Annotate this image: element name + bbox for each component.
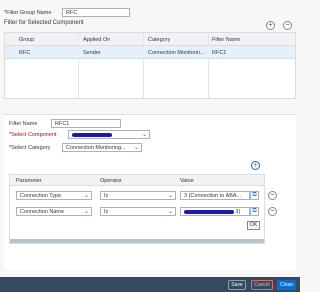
save-button[interactable]: Save xyxy=(228,280,246,290)
ok-label: OK xyxy=(249,222,258,228)
divider xyxy=(143,33,144,98)
chevron-down-icon: ⌄ xyxy=(141,132,147,138)
filter-group-label: *Filter Group Name xyxy=(4,10,52,16)
value-input[interactable]: 3) xyxy=(180,207,250,216)
redacted-value xyxy=(72,132,112,137)
cancel-button[interactable]: Cancel xyxy=(251,280,273,290)
column-filter-name: Filter Name xyxy=(212,37,241,43)
row-category: Connection Monitorin... xyxy=(148,50,205,56)
filter-name-input[interactable]: RFC1 xyxy=(51,119,121,128)
value-help-icon[interactable]: ⧉ xyxy=(250,207,259,216)
parameter-select[interactable]: Connection Type ⌄ xyxy=(16,191,92,200)
footer-bar: Save Cancel Close xyxy=(0,277,300,292)
cancel-label: Cancel xyxy=(254,282,270,288)
plus-circle-icon: + xyxy=(253,162,258,169)
column-applied-on: Applied On xyxy=(83,37,111,43)
value-text: 3) xyxy=(235,209,241,215)
column-group: Group xyxy=(19,37,35,43)
select-component-dropdown[interactable]: ⌄ xyxy=(68,130,150,139)
value-input[interactable]: 3 (Connection to ABA... xyxy=(180,191,250,200)
minus-circle-icon: − xyxy=(270,192,275,199)
operator-select[interactable]: Is ⌄ xyxy=(100,191,176,200)
chevron-down-icon: ⌄ xyxy=(133,145,139,151)
row-applied-on: Sender xyxy=(83,50,101,56)
row-group: RFC xyxy=(19,50,31,56)
row-filter-name: RFC1 xyxy=(212,50,227,56)
ok-button[interactable]: OK xyxy=(247,221,260,230)
add-parameter-button[interactable]: + xyxy=(251,161,260,170)
section-title: Filter for Selected Component xyxy=(4,20,84,26)
select-component-label: *Select Component xyxy=(9,132,57,138)
value-help-icon[interactable]: ⧉ xyxy=(250,191,259,200)
add-filter-button[interactable]: + xyxy=(266,21,275,30)
operator-value: Is xyxy=(104,209,109,215)
chevron-down-icon: ⌄ xyxy=(83,193,89,199)
parameter-table: Parameter Operator Value Connection Type… xyxy=(9,174,265,244)
column-operator: Operator xyxy=(100,178,122,184)
parameter-select[interactable]: Connection Name ⌄ xyxy=(16,207,92,216)
close-label: Close xyxy=(280,282,293,288)
filter-group-value: RFC xyxy=(66,10,78,16)
remove-row-button[interactable]: − xyxy=(268,191,277,200)
redacted-value xyxy=(184,209,234,214)
filter-group-input[interactable]: RFC xyxy=(62,8,130,17)
horizontal-scrollbar[interactable] xyxy=(10,239,264,243)
column-category: Category xyxy=(148,37,171,43)
filter-table: Group Applied On Category Filter Name RF… xyxy=(4,32,296,99)
filter-name-value: RFC1 xyxy=(55,121,70,127)
parameter-value: Connection Name xyxy=(20,209,65,215)
remove-filter-button[interactable]: − xyxy=(283,21,292,30)
minus-circle-icon: − xyxy=(285,22,290,29)
remove-row-button[interactable]: − xyxy=(268,207,277,216)
operator-select[interactable]: Is ⌄ xyxy=(100,207,176,216)
chevron-down-icon: ⌄ xyxy=(167,209,173,215)
column-value: Value xyxy=(180,178,194,184)
value-text: 3 (Connection to ABA... xyxy=(184,193,242,199)
select-category-dropdown[interactable]: Connection Monitoring... ⌄ xyxy=(62,143,142,152)
chevron-down-icon: ⌄ xyxy=(83,209,89,215)
table-row[interactable]: RFC Sender Connection Monitorin... RFC1 xyxy=(5,46,295,59)
select-category-label: *Select Category xyxy=(9,145,51,151)
minus-circle-icon: − xyxy=(270,208,275,215)
chevron-down-icon: ⌄ xyxy=(167,193,173,199)
filter-name-label: Filter Name xyxy=(9,121,38,127)
plus-circle-icon: + xyxy=(268,22,273,29)
operator-value: Is xyxy=(104,193,109,199)
parameter-value: Connection Type xyxy=(20,193,62,199)
column-parameter: Parameter xyxy=(16,178,42,184)
select-category-value: Connection Monitoring... xyxy=(66,145,126,151)
parameter-table-header: Parameter Operator Value xyxy=(10,175,264,186)
divider xyxy=(208,33,209,98)
close-button[interactable]: Close xyxy=(277,280,296,290)
save-label: Save xyxy=(231,282,243,288)
divider xyxy=(78,33,79,98)
filter-table-header: Group Applied On Category Filter Name xyxy=(5,33,295,46)
